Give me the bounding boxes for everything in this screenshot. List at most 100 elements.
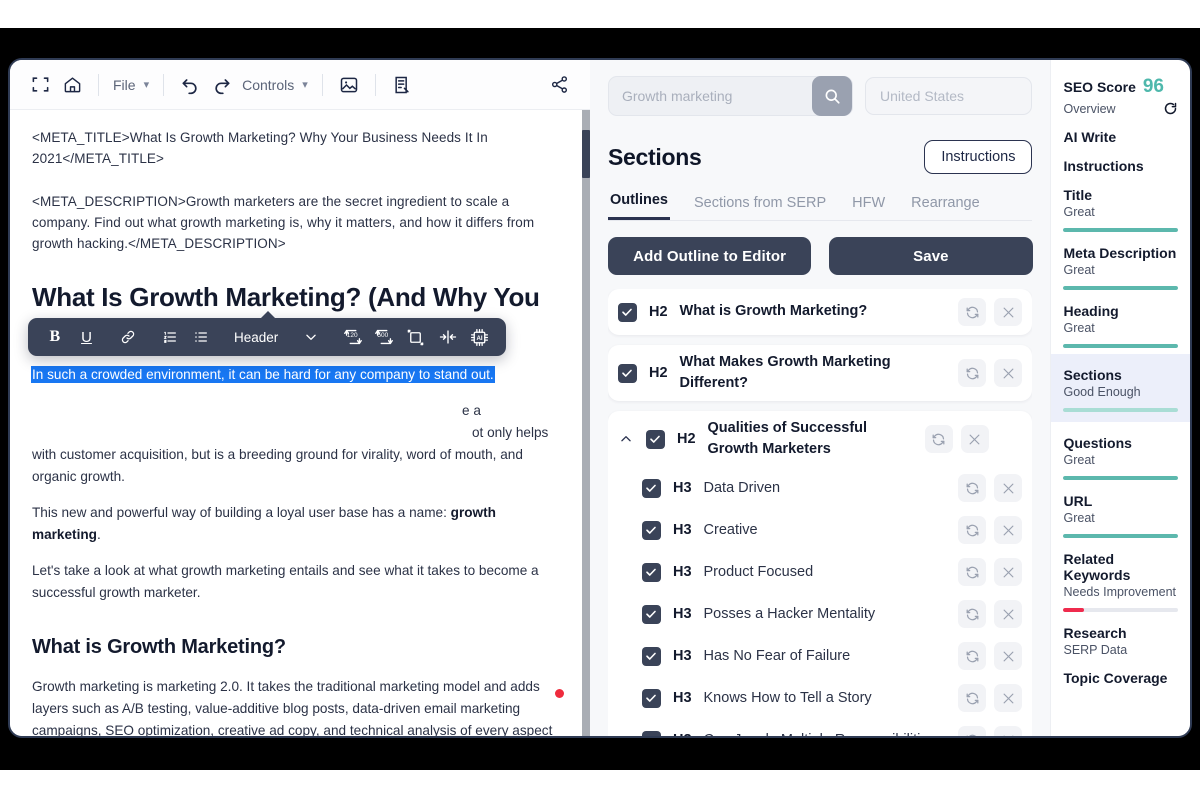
refresh-icon[interactable]	[1163, 101, 1178, 116]
checkbox-icon[interactable]	[645, 429, 665, 449]
search-icon[interactable]	[811, 76, 852, 116]
bold-button[interactable]: B	[40, 323, 70, 351]
refresh-icon[interactable]	[958, 684, 987, 713]
sidebar-item-meta-description[interactable]: Meta Description Great	[1051, 232, 1190, 290]
outline-row[interactable]: H3 Product Focused	[641, 551, 1023, 593]
comment-marker-dot[interactable]	[554, 689, 564, 698]
undo-icon[interactable]	[174, 69, 206, 101]
close-icon[interactable]	[994, 474, 1023, 503]
checkbox-icon[interactable]	[617, 302, 637, 322]
outline-row[interactable]: H3 Has No Fear of Failure	[641, 635, 1023, 677]
checkbox-icon[interactable]	[641, 730, 661, 736]
close-icon[interactable]	[994, 298, 1023, 326]
close-icon[interactable]	[994, 516, 1023, 545]
word-count-120-button[interactable]: 120	[338, 323, 368, 351]
sidebar-item-questions[interactable]: Questions Great	[1051, 422, 1190, 480]
fullscreen-icon[interactable]	[24, 69, 56, 101]
sidebar-item-topic-coverage[interactable]: Topic Coverage	[1051, 657, 1190, 686]
refresh-icon[interactable]	[958, 474, 987, 503]
checkbox-icon[interactable]	[617, 363, 637, 383]
seo-overview-row: Overview	[1063, 101, 1178, 116]
close-icon[interactable]	[994, 726, 1023, 736]
keyword-search-box[interactable]	[607, 76, 853, 116]
checkbox-icon[interactable]	[641, 562, 661, 582]
seo-overview-label[interactable]: Overview	[1063, 102, 1115, 116]
refresh-icon[interactable]	[958, 726, 987, 736]
refresh-icon[interactable]	[958, 298, 987, 326]
word-count-500-button[interactable]: 500	[369, 323, 399, 351]
editor-document[interactable]: <META_TITLE>What Is Growth Marketing? Wh…	[10, 110, 590, 736]
sidebar-item-related-keywords[interactable]: Related Keywords Needs Improvement	[1051, 538, 1190, 612]
chevron-up-icon[interactable]	[618, 432, 634, 446]
ordered-list-icon[interactable]	[155, 323, 185, 351]
outline-row[interactable]: H2 What is Growth Marketing?	[617, 289, 1023, 335]
sidebar-item-ai-write[interactable]: AI Write	[1051, 116, 1190, 145]
expand-box-icon[interactable]	[401, 323, 431, 351]
close-icon[interactable]	[994, 558, 1023, 587]
outline-title: Can Juggle Multiple Responsibilities	[704, 730, 947, 736]
share-icon[interactable]	[544, 69, 576, 101]
file-menu[interactable]: File ▾	[109, 77, 153, 93]
checkbox-icon[interactable]	[641, 604, 661, 624]
document-edit-icon[interactable]	[386, 69, 418, 101]
sidebar-item-sections[interactable]: Sections Good Enough	[1051, 354, 1190, 422]
editor-panel: File ▾ Controls ▾ <META_TITLE>What Is Gr…	[10, 60, 590, 736]
link-icon[interactable]	[113, 323, 143, 351]
chevron-down-icon[interactable]	[296, 323, 326, 351]
editor-scrollbar-track[interactable]	[581, 110, 590, 736]
outline-row[interactable]: H3 Knows How to Tell a Story	[641, 677, 1023, 719]
controls-menu[interactable]: Controls ▾	[238, 77, 312, 93]
sidebar-item-title[interactable]: Title Great	[1051, 174, 1190, 232]
tab-sections-from-serp[interactable]: Sections from SERP	[692, 189, 828, 220]
refresh-icon[interactable]	[958, 359, 987, 388]
home-icon[interactable]	[56, 69, 88, 101]
outline-title: What is Growth Marketing?	[679, 303, 868, 320]
refresh-icon[interactable]	[958, 642, 987, 671]
row-actions	[958, 298, 1023, 326]
checkbox-icon[interactable]	[641, 688, 661, 708]
refresh-icon[interactable]	[958, 600, 987, 629]
tab-outlines[interactable]: Outlines	[607, 186, 670, 220]
sidebar-item-research[interactable]: Research SERP Data	[1051, 612, 1190, 657]
header-style-label[interactable]: Header	[228, 330, 284, 345]
checkbox-icon[interactable]	[641, 478, 661, 498]
refresh-icon[interactable]	[924, 425, 953, 454]
tab-hfw[interactable]: HFW	[850, 189, 887, 220]
checkbox-icon[interactable]	[641, 646, 661, 666]
close-icon[interactable]	[994, 600, 1023, 629]
tab-rearrange[interactable]: Rearrange	[909, 189, 982, 220]
seo-item-status: SERP Data	[1063, 643, 1128, 657]
outline-card: H2 What is Growth Marketing?	[607, 289, 1033, 335]
search-input[interactable]	[608, 88, 812, 104]
close-icon[interactable]	[960, 425, 989, 454]
outline-row[interactable]: H3 Data Driven	[641, 467, 1023, 509]
editor-scrollbar-thumb[interactable]	[581, 130, 590, 178]
country-select[interactable]	[864, 77, 1033, 115]
instructions-button[interactable]: Instructions	[924, 140, 1033, 174]
chevron-down-icon: ▾	[143, 79, 150, 91]
close-icon[interactable]	[994, 684, 1023, 713]
ai-chip-icon[interactable]: AI	[464, 323, 494, 351]
sidebar-item-heading[interactable]: Heading Great	[1051, 290, 1190, 348]
close-icon[interactable]	[994, 642, 1023, 671]
outline-row[interactable]: H3 Posses a Hacker Mentality	[641, 593, 1023, 635]
country-input[interactable]	[879, 88, 1032, 104]
refresh-icon[interactable]	[958, 558, 987, 587]
outline-row[interactable]: H3 Creative	[641, 509, 1023, 551]
add-outline-to-editor-button[interactable]: Add Outline to Editor	[607, 237, 812, 275]
outline-row[interactable]: H2 Qualities of Successful Growth Market…	[618, 411, 1023, 467]
seo-item-name: Topic Coverage	[1063, 670, 1168, 686]
outline-row[interactable]: H3 Can Juggle Multiple Responsibilities	[641, 719, 1023, 736]
redo-icon[interactable]	[206, 69, 238, 101]
save-button[interactable]: Save	[829, 237, 1033, 275]
refresh-icon[interactable]	[958, 516, 987, 545]
image-icon[interactable]	[333, 69, 365, 101]
sidebar-item-url[interactable]: URL Great	[1051, 480, 1190, 538]
checkbox-icon[interactable]	[641, 520, 661, 540]
collapse-arrows-icon[interactable]	[433, 323, 463, 351]
outline-row[interactable]: H2 What Makes Growth Marketing Different…	[617, 345, 1023, 401]
underline-button[interactable]: U	[72, 323, 102, 351]
bullet-list-icon[interactable]	[186, 323, 216, 351]
sidebar-item-instructions[interactable]: Instructions	[1051, 145, 1190, 174]
close-icon[interactable]	[994, 359, 1023, 388]
